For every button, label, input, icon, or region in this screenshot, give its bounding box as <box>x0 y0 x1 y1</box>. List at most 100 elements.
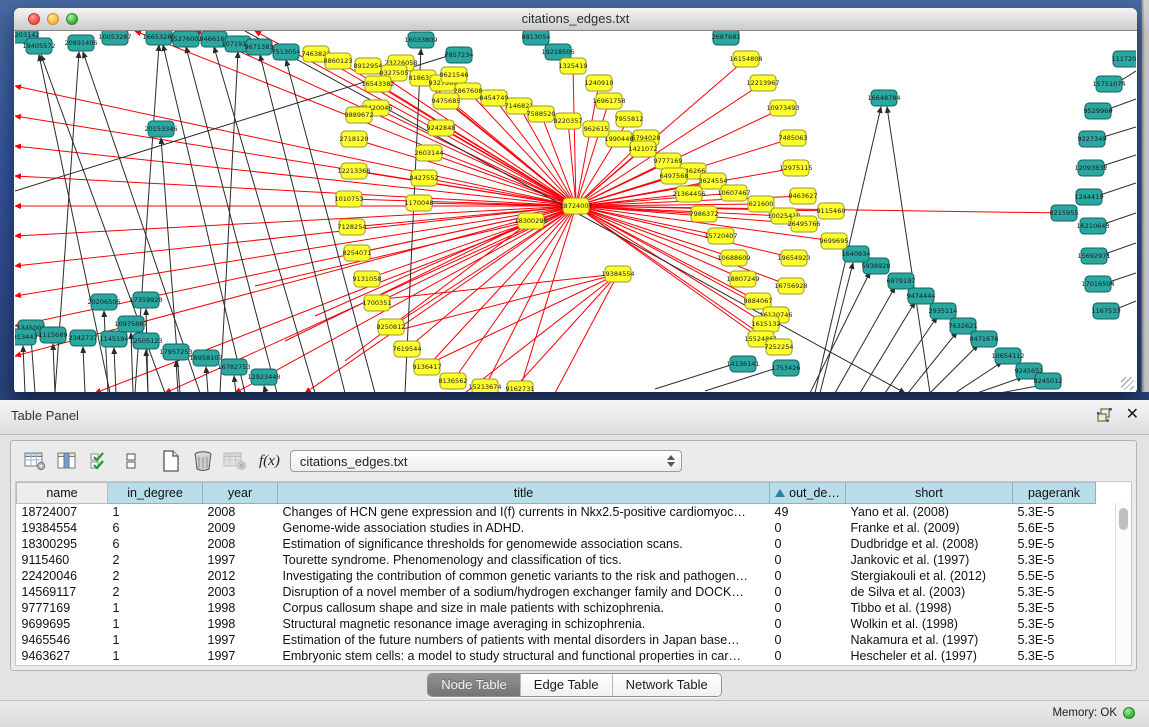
table-cell[interactable]: 1998 <box>203 616 278 632</box>
table-row[interactable]: 1938455462009Genome-wide association stu… <box>17 520 1096 536</box>
table-cell[interactable]: Changes of HCN gene expression and I(f) … <box>278 504 770 521</box>
graph-edge[interactable] <box>83 347 85 392</box>
table-cell[interactable]: 9465546 <box>17 632 108 648</box>
table-cell[interactable]: Corpus callosum shape and size in male p… <box>278 600 770 616</box>
table-select-dropdown[interactable]: citations_edges.txt <box>290 450 682 472</box>
new-table-button[interactable] <box>157 448 185 474</box>
table-cell[interactable]: 49 <box>770 504 846 521</box>
table-cell[interactable]: Tourette syndrome. Phenomenology and cla… <box>278 552 770 568</box>
table-cell[interactable]: Yano et al. (2008) <box>846 504 1013 521</box>
table-cell[interactable]: 5.3E-5 <box>1013 552 1096 568</box>
column-header-year[interactable]: year <box>203 483 278 504</box>
table-cell[interactable]: 2 <box>108 584 203 600</box>
table-cell[interactable]: Franke et al. (2009) <box>846 520 1013 536</box>
select-columns-button[interactable] <box>85 448 113 474</box>
table-cell[interactable]: 22420046 <box>17 568 108 584</box>
table-row[interactable]: 1872400712008Changes of HCN gene express… <box>17 504 1096 521</box>
table-cell[interactable]: 0 <box>770 552 846 568</box>
table-cell[interactable]: 2008 <box>203 536 278 552</box>
table-cell[interactable]: Wolkin et al. (1998) <box>846 616 1013 632</box>
tab-edge-table[interactable]: Edge Table <box>521 674 613 696</box>
table-cell[interactable]: de Silva et al. (2003) <box>846 584 1013 600</box>
table-cell[interactable]: 0 <box>770 584 846 600</box>
table-cell[interactable]: Estimation of significance thresholds fo… <box>278 536 770 552</box>
delete-table-button[interactable] <box>189 448 217 474</box>
close-panel-icon[interactable]: ✕ <box>1126 406 1139 424</box>
table-cell[interactable]: 5.3E-5 <box>1013 504 1096 521</box>
window-resize-grip[interactable] <box>1121 377 1134 390</box>
table-row[interactable]: 977716911998Corpus callosum shape and si… <box>17 600 1096 616</box>
table-row[interactable]: 946554611997Estimation of the future num… <box>17 632 1096 648</box>
graph-edge[interactable] <box>407 206 576 349</box>
table-cell[interactable]: 0 <box>770 600 846 616</box>
graph-edge[interactable] <box>264 386 266 392</box>
graph-edge[interactable] <box>15 206 576 266</box>
table-cell[interactable]: 2 <box>108 568 203 584</box>
table-cell[interactable]: 5.3E-5 <box>1013 632 1096 648</box>
table-cell[interactable]: 0 <box>770 536 846 552</box>
table-cell[interactable]: 2003 <box>203 584 278 600</box>
table-cell[interactable]: 5.3E-5 <box>1013 616 1096 632</box>
network-view-window[interactable]: citations_edges.txt 18724007183002952203… <box>14 8 1137 392</box>
graph-edge[interactable] <box>576 206 794 258</box>
table-cell[interactable]: Hescheler et al. (1997) <box>846 648 1013 664</box>
column-header-pagerank[interactable]: pagerank <box>1013 483 1096 504</box>
table-cell[interactable]: 1 <box>108 648 203 664</box>
table-cell[interactable]: Investigating the contribution of common… <box>278 568 770 584</box>
table-options-button[interactable] <box>21 448 49 474</box>
column-header-in_degree[interactable]: in_degree <box>108 483 203 504</box>
window-titlebar[interactable]: citations_edges.txt <box>14 8 1137 31</box>
column-header-name[interactable]: name <box>17 483 108 504</box>
table-row[interactable]: 2242004622012Investigating the contribut… <box>17 568 1096 584</box>
table-cell[interactable]: Disruption of a novel member of a sodium… <box>278 584 770 600</box>
graph-edge[interactable] <box>465 274 618 392</box>
graph-edge[interactable] <box>860 302 915 392</box>
float-panel-icon[interactable] <box>1097 408 1112 422</box>
table-cell[interactable]: Dudbridge et al. (2008) <box>846 536 1013 552</box>
table-cell[interactable]: 0 <box>770 648 846 664</box>
table-cell[interactable]: 9777169 <box>17 600 108 616</box>
table-cell[interactable]: 18300295 <box>17 536 108 552</box>
table-cell[interactable]: 9699695 <box>17 616 108 632</box>
graph-edge[interactable] <box>260 55 345 392</box>
table-cell[interactable]: 9463627 <box>17 648 108 664</box>
table-cell[interactable]: 14569117 <box>17 584 108 600</box>
table-row[interactable]: 969969511998Structural magnetic resonanc… <box>17 616 1096 632</box>
tab-node-table[interactable]: Node Table <box>428 674 521 696</box>
table-cell[interactable]: 1998 <box>203 600 278 616</box>
table-cell[interactable]: 5.9E-5 <box>1013 536 1096 552</box>
table-cell[interactable]: 1 <box>108 504 203 521</box>
row-height-button[interactable] <box>117 448 145 474</box>
table-cell[interactable]: 1997 <box>203 552 278 568</box>
table-cell[interactable]: 2009 <box>203 520 278 536</box>
tab-network-table[interactable]: Network Table <box>613 674 721 696</box>
table-cell[interactable]: 5.3E-5 <box>1013 600 1096 616</box>
table-cell[interactable]: 6 <box>108 520 203 536</box>
table-cell[interactable]: 19384554 <box>17 520 108 536</box>
graph-edge[interactable] <box>235 206 576 392</box>
table-cell[interactable]: 5.6E-5 <box>1013 520 1096 536</box>
table-cell[interactable]: 1997 <box>203 632 278 648</box>
graph-edge[interactable] <box>15 206 576 236</box>
table-cell[interactable]: 0 <box>770 568 846 584</box>
graph-edge[interactable] <box>104 311 108 392</box>
table-cell[interactable]: Jankovic et al. (1997) <box>846 552 1013 568</box>
function-builder-button[interactable]: f(x) <box>259 453 280 470</box>
table-cell[interactable]: 0 <box>770 632 846 648</box>
table-cell[interactable]: 6 <box>108 536 203 552</box>
graph-edge[interactable] <box>820 263 853 392</box>
table-cell[interactable]: 2 <box>108 552 203 568</box>
table-cell[interactable]: 1997 <box>203 648 278 664</box>
graph-edge[interactable] <box>206 367 208 392</box>
graph-edge[interactable] <box>435 274 618 361</box>
table-row[interactable]: 946362711997Embryonic stem cells: a mode… <box>17 648 1096 664</box>
table-cell[interactable]: Tibbo et al. (1998) <box>846 600 1013 616</box>
table-cell[interactable]: 1 <box>108 600 203 616</box>
column-header-short[interactable]: short <box>846 483 1013 504</box>
graph-edge[interactable] <box>163 45 245 392</box>
table-vertical-scrollbar[interactable] <box>1115 503 1131 665</box>
table-row[interactable]: 1456911722003Disruption of a novel membe… <box>17 584 1096 600</box>
graph-edge[interactable] <box>810 272 870 392</box>
table-cell[interactable]: Genome-wide association studies in ADHD. <box>278 520 770 536</box>
table-cell[interactable]: 2012 <box>203 568 278 584</box>
